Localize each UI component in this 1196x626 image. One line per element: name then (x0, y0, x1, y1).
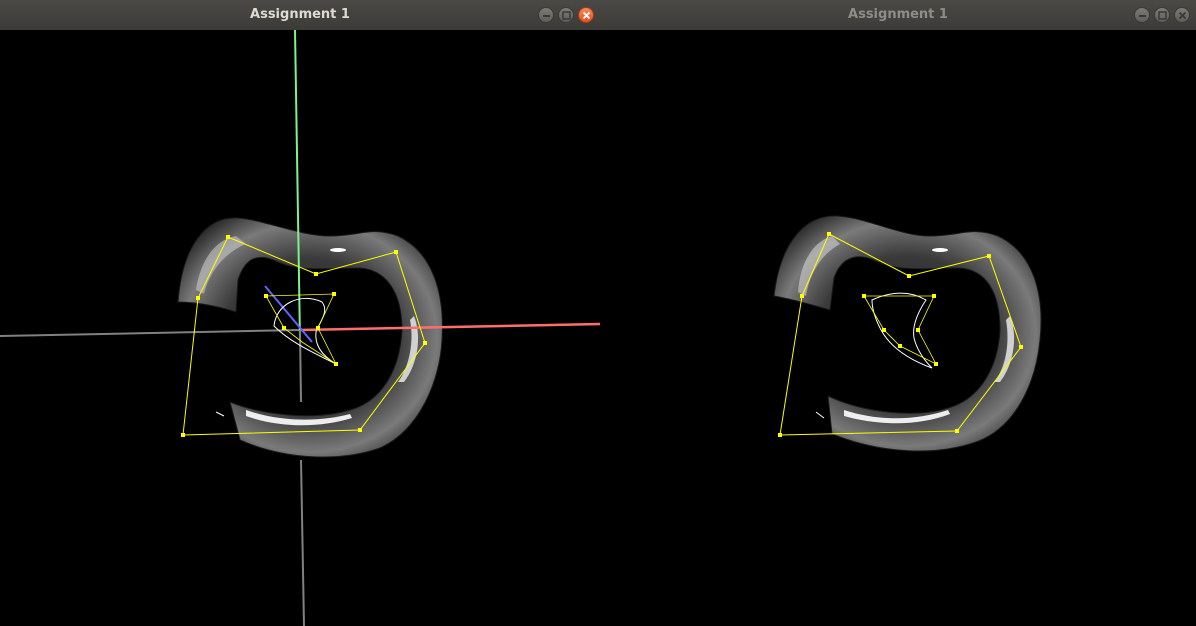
close-icon (1178, 11, 1187, 20)
small-tick (815, 411, 825, 419)
window-right: Assignment 1 (600, 0, 1196, 626)
close-button[interactable] (578, 7, 594, 23)
profile-curve (862, 292, 938, 369)
window-title: Assignment 1 (848, 7, 948, 22)
minimize-button[interactable] (538, 7, 554, 23)
gl-viewport-left[interactable] (0, 30, 600, 626)
small-tick (215, 411, 225, 417)
maximize-icon (562, 11, 571, 20)
scene-right (773, 215, 1042, 452)
axis-x (299, 322, 600, 332)
axis-gray-horizontal (0, 329, 301, 337)
maximize-button[interactable] (558, 7, 574, 23)
minimize-icon (543, 15, 550, 17)
minimize-button[interactable] (1134, 7, 1150, 23)
maximize-icon (1158, 11, 1167, 20)
gl-viewport-right[interactable] (600, 30, 1196, 626)
window-left: Assignment 1 (0, 0, 600, 626)
window-controls (538, 7, 594, 23)
titlebar-right[interactable]: Assignment 1 (600, 0, 1196, 31)
window-controls (1134, 7, 1190, 23)
close-icon (582, 11, 591, 20)
window-title: Assignment 1 (250, 7, 350, 22)
maximize-button[interactable] (1154, 7, 1170, 23)
minimize-icon (1139, 15, 1146, 17)
axis-y (294, 30, 301, 341)
revolved-surface (177, 217, 443, 458)
axis-z (264, 285, 313, 343)
titlebar-left[interactable]: Assignment 1 (0, 0, 600, 31)
scene-left (0, 30, 600, 626)
revolved-surface (773, 215, 1042, 452)
close-button[interactable] (1174, 7, 1190, 23)
axis-gray-vertical (300, 459, 305, 626)
